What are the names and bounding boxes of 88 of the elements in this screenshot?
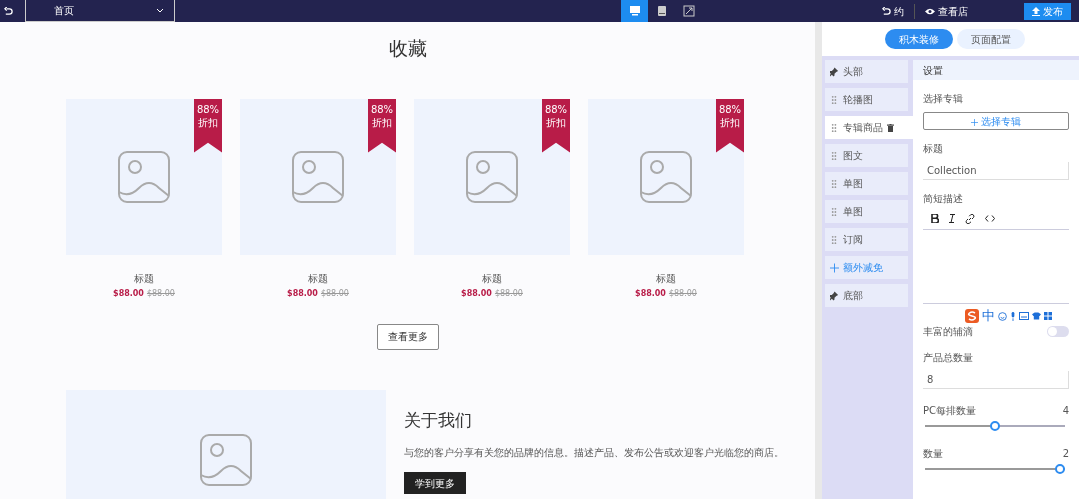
field-label: 标题 — [923, 142, 944, 156]
section-item[interactable]: 轮播图 — [825, 88, 908, 111]
section-item[interactable]: 订阅 — [825, 228, 908, 251]
slider-value: 4 — [1062, 404, 1069, 418]
toggle-label: 丰富的辅滴 — [923, 325, 973, 339]
slider-thumb[interactable] — [1055, 464, 1065, 474]
scrollbar[interactable] — [815, 22, 822, 499]
undo-icon — [882, 6, 891, 16]
slider-value: 2 — [1062, 447, 1069, 461]
back-icon[interactable] — [4, 6, 13, 16]
original-price: $88.00 — [668, 288, 697, 298]
expand-icon — [682, 5, 695, 17]
image-placeholder-icon — [465, 149, 519, 204]
trash-icon[interactable] — [887, 123, 894, 132]
discount-badge: 88% 折扣 — [368, 98, 396, 153]
eye-icon — [925, 7, 935, 15]
pin-icon — [830, 290, 839, 301]
bold-icon — [931, 214, 939, 223]
count-field[interactable]: 8 — [923, 371, 1069, 389]
slider-track[interactable] — [925, 420, 1065, 432]
tablet-icon — [655, 5, 668, 17]
view-store-button[interactable]: 查看店 — [914, 3, 978, 19]
field-label: 简短描述 — [923, 192, 964, 206]
emoji-icon — [998, 311, 1007, 321]
section-item[interactable]: 单图 — [825, 172, 908, 195]
italic-icon — [949, 214, 955, 223]
code-button[interactable] — [985, 215, 995, 222]
drag-handle-icon — [830, 178, 839, 189]
drag-handle-icon — [830, 122, 839, 133]
link-button[interactable] — [965, 213, 975, 224]
image-placeholder-icon — [291, 149, 345, 204]
field-label: PC每排数量 — [923, 404, 976, 418]
grid-icon — [1044, 312, 1052, 320]
title-field[interactable]: Collection — [923, 162, 1069, 180]
field-label: 产品总数量 — [923, 351, 974, 365]
section-item[interactable]: 专辑商品 — [825, 116, 915, 139]
select-album-button[interactable]: 选择专辑 — [923, 112, 1069, 130]
original-price: $88.00 — [146, 288, 175, 298]
drag-handle-icon — [830, 94, 839, 105]
link-icon — [965, 213, 975, 224]
product-title: 标题 — [307, 271, 329, 286]
upload-icon — [1032, 6, 1040, 16]
section-item[interactable]: 头部 — [825, 60, 908, 83]
italic-button[interactable] — [949, 214, 955, 223]
drag-handle-icon — [830, 234, 839, 245]
product-price: $88.00 — [287, 288, 318, 298]
product-title: 标题 — [655, 271, 677, 286]
drag-handle-icon — [830, 150, 839, 161]
plus-icon — [970, 118, 978, 126]
section-item[interactable]: 底部 — [825, 284, 908, 307]
discount-badge: 88% 折扣 — [716, 98, 744, 153]
section-item[interactable]: 单图 — [825, 200, 908, 223]
slider-track[interactable] — [925, 463, 1065, 475]
original-price: $88.00 — [320, 288, 349, 298]
image-placeholder-icon — [639, 149, 693, 204]
discount-badge: 88% 折扣 — [542, 98, 570, 153]
image-placeholder-icon — [117, 149, 171, 204]
product-price: $88.00 — [113, 288, 144, 298]
field-label: 选择专辑 — [923, 92, 964, 106]
product-title: 标题 — [133, 271, 155, 286]
desktop-icon — [628, 5, 641, 17]
shirt-icon — [1032, 312, 1041, 320]
about-title: 关于我们 — [404, 408, 472, 432]
discount-badge: 88% 折扣 — [194, 98, 222, 153]
product-price: $88.00 — [461, 288, 492, 298]
drag-handle-icon — [830, 206, 839, 217]
product-price: $88.00 — [635, 288, 666, 298]
slider-thumb[interactable] — [990, 421, 1000, 431]
code-icon — [985, 215, 995, 222]
about-text: 与您的客户分享有关您的品牌的信息。描述产品、发布公告或欢迎客户光临您的商店。 — [404, 446, 784, 460]
image-placeholder-icon — [199, 432, 253, 487]
undo-button[interactable]: 约 — [872, 3, 914, 19]
keyboard-icon — [1019, 312, 1029, 320]
field-label: 数量 — [923, 447, 943, 461]
view-more-button[interactable]: 查看更多 — [376, 323, 439, 350]
panel-tab[interactable]: 页面配置 — [956, 29, 1025, 49]
caret-icon — [156, 8, 164, 13]
original-price: $88.00 — [494, 288, 523, 298]
bold-button[interactable] — [931, 214, 939, 223]
pin-icon — [830, 66, 839, 77]
section-title: 收藏 — [387, 36, 428, 61]
product-title: 标题 — [481, 271, 503, 286]
toggle-switch[interactable] — [1047, 326, 1069, 337]
section-item[interactable]: 图文 — [825, 144, 908, 167]
ime-mode: 中 — [982, 308, 995, 324]
learn-more-button[interactable]: 学到更多 — [404, 472, 466, 494]
plus-icon — [830, 262, 839, 273]
settings-header: 设置 — [913, 60, 1079, 80]
